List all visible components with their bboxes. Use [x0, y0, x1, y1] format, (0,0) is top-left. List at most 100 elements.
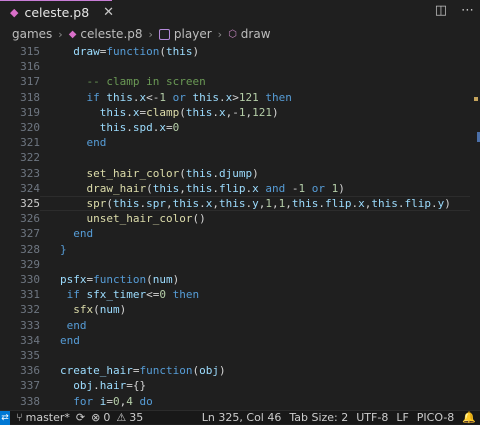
- code-line[interactable]: 331 if sfx_timer<=0 then: [0, 287, 470, 302]
- breadcrumb-symbol-player[interactable]: player: [174, 27, 212, 41]
- line-number: 335: [20, 349, 40, 362]
- line-number: 336: [20, 364, 40, 378]
- code-line[interactable]: 316: [0, 59, 470, 74]
- breadcrumb-symbol-draw[interactable]: draw: [241, 27, 271, 41]
- code-line[interactable]: 330 psfx=function(num): [0, 272, 470, 287]
- tab-bar: ◆ celeste.p8 ✕ ◫ ⋯: [0, 0, 480, 24]
- line-number: 328: [20, 242, 40, 256]
- notifications-icon[interactable]: 🔔: [462, 411, 476, 424]
- code-text: this.x=clamp(this.x,-1,121): [99, 105, 279, 119]
- line-number: 318: [20, 90, 40, 104]
- code-line[interactable]: 332 sfx(num): [0, 302, 470, 317]
- split-editor-icon[interactable]: ◫: [435, 3, 447, 18]
- code-text: end: [86, 136, 107, 150]
- code-line[interactable]: 327 end: [0, 226, 470, 241]
- code-text: end: [73, 227, 94, 241]
- code-text: psfx=function(num): [60, 273, 180, 286]
- code-line[interactable]: 322: [0, 150, 470, 165]
- line-number: 317: [20, 75, 40, 89]
- line-number: 326: [20, 212, 40, 226]
- method-icon: ⬡: [228, 28, 237, 40]
- code-text: if this.x<-1 or this.x>121 then: [86, 90, 292, 104]
- git-branch[interactable]: master*: [26, 411, 70, 424]
- line-number: 315: [20, 45, 40, 58]
- code-text: draw=function(this): [73, 45, 200, 58]
- breadcrumb-folder[interactable]: games: [12, 27, 52, 41]
- code-text: sfx(num): [73, 303, 127, 317]
- code-line[interactable]: 321 end: [0, 135, 470, 150]
- code-line[interactable]: 323 set_hair_color(this.djump): [0, 166, 470, 181]
- code-line[interactable]: 318 if this.x<-1 or this.x>121 then: [0, 90, 470, 105]
- code-text: -- clamp in screen: [86, 75, 206, 89]
- warning-icon: ⚠: [116, 411, 127, 424]
- status-right: Ln 325, Col 46 Tab Size: 2 UTF-8 LF PICO…: [202, 411, 476, 424]
- indentation[interactable]: Tab Size: 2: [289, 411, 348, 424]
- line-number: 330: [20, 273, 40, 286]
- line-number: 323: [20, 166, 40, 180]
- code-line[interactable]: 315 draw=function(this): [0, 44, 470, 59]
- code-text: for i=0,4 do: [73, 394, 153, 408]
- line-number: 319: [20, 105, 40, 119]
- error-count[interactable]: 0: [103, 411, 110, 424]
- code-line[interactable]: 326 unset_hair_color(): [0, 211, 470, 226]
- tab-celeste[interactable]: ◆ celeste.p8 ✕: [0, 0, 114, 24]
- line-number: 334: [20, 333, 40, 347]
- close-icon[interactable]: ✕: [103, 5, 114, 20]
- code-text: end: [60, 333, 80, 347]
- code-line[interactable]: 336 create_hair=function(obj): [0, 363, 470, 378]
- code-text: end: [60, 318, 87, 332]
- code-line[interactable]: 317 -- clamp in screen: [0, 74, 470, 89]
- code-line[interactable]: 329: [0, 257, 470, 272]
- chevron-right-icon: ›: [148, 27, 153, 41]
- breadcrumb-file[interactable]: celeste.p8: [80, 27, 142, 41]
- code-text: if sfx_timer<=0 then: [60, 288, 200, 302]
- scrollbar-marker: [474, 97, 478, 101]
- code-line[interactable]: 320 this.spd.x=0: [0, 120, 470, 135]
- code-text: spr(this.spr,this.x,this.y,1,1,this.flip…: [86, 197, 451, 210]
- pico8-icon: ◆: [68, 28, 77, 40]
- line-number: 320: [20, 121, 40, 134]
- chevron-right-icon: ›: [217, 27, 223, 41]
- code-text: draw_hair(this,this.flip.x and -1 or 1): [86, 181, 345, 195]
- language-mode[interactable]: PICO-8: [417, 411, 455, 424]
- code-editor[interactable]: 315 draw=function(this) 316 317 -- clamp i…: [0, 44, 480, 410]
- end-of-line[interactable]: LF: [396, 411, 408, 424]
- code-text: create_hair=function(obj): [60, 364, 226, 378]
- line-number: 329: [20, 257, 40, 271]
- line-number: 337: [20, 379, 40, 393]
- line-number: 332: [20, 303, 40, 317]
- code-line[interactable]: 335: [0, 348, 470, 363]
- tab-title: celeste.p8: [24, 5, 90, 20]
- code-line[interactable]: 319 this.x=clamp(this.x,-1,121): [0, 105, 470, 120]
- sync-icon[interactable]: ⟳: [76, 411, 85, 424]
- line-number: 338: [20, 394, 40, 408]
- line-number: 325: [20, 197, 40, 210]
- editor-scrollbar[interactable]: [472, 44, 480, 410]
- encoding[interactable]: UTF-8: [356, 411, 388, 424]
- code-line[interactable]: 324 draw_hair(this,this.flip.x and -1 or…: [0, 181, 470, 196]
- code-line[interactable]: 334 end: [0, 333, 470, 348]
- code-line[interactable]: 325 spr(this.spr,this.x,this.y,1,1,this.…: [0, 196, 470, 211]
- code-text: this.spd.x=0: [99, 121, 180, 134]
- code-line[interactable]: 333 end: [0, 318, 470, 333]
- breadcrumb: games › ◆ celeste.p8 › player › ⬡ draw: [0, 24, 480, 44]
- warning-count[interactable]: 35: [129, 411, 143, 424]
- status-bar: ⇄ ⑂ master* ⟳ ⊗ 0 ⚠ 35 Ln 325, Col 46 Ta…: [0, 410, 480, 425]
- cursor-position[interactable]: Ln 325, Col 46: [202, 411, 282, 424]
- line-number: 322: [20, 151, 40, 165]
- error-icon: ⊗: [91, 411, 101, 424]
- editor-actions: ◫ ⋯: [435, 3, 474, 18]
- line-number: 333: [20, 318, 40, 332]
- code-line[interactable]: 328}: [0, 242, 470, 257]
- pico8-icon: ◆: [10, 5, 19, 19]
- chevron-right-icon: ›: [58, 27, 63, 41]
- more-actions-icon[interactable]: ⋯: [461, 3, 474, 18]
- remote-icon[interactable]: ⇄: [0, 410, 10, 425]
- code-text: obj.hair={}: [73, 379, 147, 393]
- code-line[interactable]: 337 obj.hair={}: [0, 378, 470, 393]
- line-number: 327: [20, 227, 40, 241]
- code-text: }: [60, 242, 67, 256]
- line-number: 321: [20, 136, 40, 150]
- git-branch-icon: ⑂: [16, 411, 23, 424]
- code-line[interactable]: 338 for i=0,4 do: [0, 394, 470, 409]
